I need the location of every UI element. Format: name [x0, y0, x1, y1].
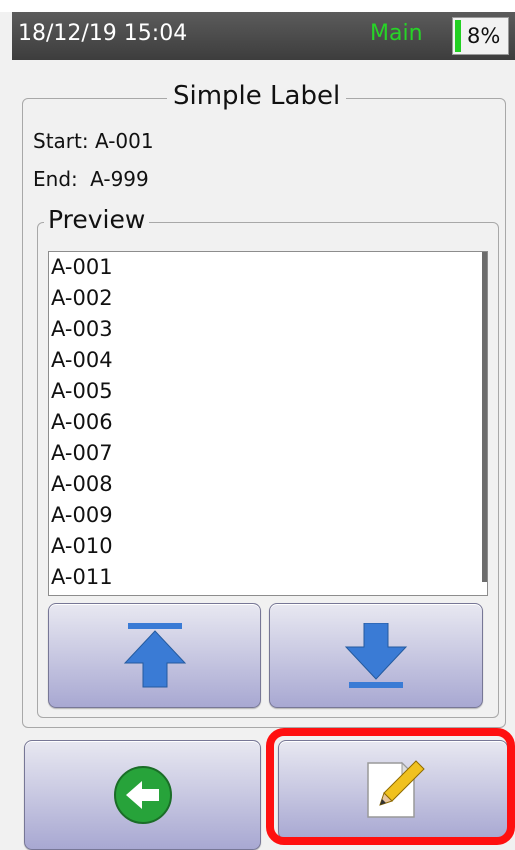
status-mode: Main — [370, 21, 423, 46]
scroll-to-bottom-button[interactable] — [269, 603, 483, 708]
start-range: Start: A-001 — [33, 129, 154, 153]
preview-scrollbar[interactable] — [482, 252, 487, 582]
panel-title: Simple Label — [167, 81, 347, 111]
battery-indicator: 8% — [452, 17, 509, 55]
arrow-down-to-bottom-icon — [344, 622, 408, 688]
edit-button-highlight — [266, 728, 515, 845]
preview-item[interactable]: A-003 — [49, 314, 487, 345]
preview-group: Preview A-001 A-002 A-003 A-004 A-005 A-006 A-… — [37, 205, 499, 718]
status-datetime: 18/12/19 15:04 — [18, 21, 188, 46]
simple-label-panel: Simple Label Start: A-001 End: A-999 Pre… — [22, 81, 506, 728]
preview-item[interactable]: A-005 — [49, 376, 487, 407]
end-value: A-999 — [90, 167, 149, 191]
end-range: End: A-999 — [33, 167, 149, 191]
preview-item[interactable]: A-002 — [49, 283, 487, 314]
preview-title: Preview — [44, 205, 150, 234]
preview-item[interactable]: A-007 — [49, 438, 487, 469]
preview-item[interactable]: A-004 — [49, 345, 487, 376]
start-label: Start: — [33, 129, 89, 153]
scroll-to-top-button[interactable] — [48, 603, 261, 708]
preview-item[interactable]: A-009 — [49, 500, 487, 531]
arrow-up-to-top-icon — [123, 622, 186, 687]
back-button[interactable] — [24, 740, 261, 850]
preview-item[interactable]: A-010 — [49, 531, 487, 562]
end-label: End: — [33, 167, 78, 191]
battery-percent: 8% — [467, 24, 501, 48]
top-cropped-text — [0, 0, 515, 12]
preview-list[interactable]: A-001 A-002 A-003 A-004 A-005 A-006 A-007 A-008… — [48, 251, 488, 596]
preview-item[interactable]: A-008 — [49, 469, 487, 500]
back-arrow-icon — [113, 766, 172, 824]
start-value: A-001 — [94, 129, 154, 153]
preview-item[interactable]: A-006 — [49, 407, 487, 438]
preview-item[interactable]: A-001 — [49, 252, 487, 283]
preview-item[interactable]: A-011 — [49, 562, 487, 593]
battery-fill — [455, 20, 461, 52]
status-bar: 18/12/19 15:04 Main 8% — [12, 12, 515, 60]
